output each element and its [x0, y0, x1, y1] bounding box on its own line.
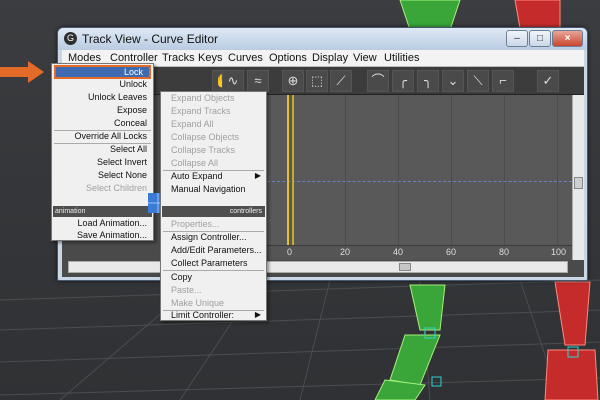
menu-item-manual-navigation[interactable]: Manual Navigation — [171, 184, 246, 194]
menu-display[interactable]: Display — [312, 52, 348, 64]
zoom-icon[interactable]: ⊕ — [282, 70, 304, 92]
menu-options[interactable]: Options — [269, 52, 307, 64]
minimize-button[interactable]: – — [506, 30, 528, 47]
region-select-icon[interactable]: ⬚ — [306, 70, 328, 92]
time-slider-line[interactable] — [292, 95, 294, 260]
scroll-thumb[interactable] — [574, 177, 583, 189]
tangent-icon[interactable]: ⌐ — [492, 70, 514, 92]
right-context-menu: Expand Objects Expand Tracks Expand All … — [160, 91, 267, 321]
curve-icon[interactable]: ∿ — [222, 70, 244, 92]
menu-item-unlock[interactable]: Unlock — [119, 79, 147, 89]
horizontal-scrollbar[interactable] — [68, 261, 568, 273]
submenu-arrow-icon: ▶ — [254, 171, 261, 180]
tangent-icon[interactable]: ⌄ — [442, 70, 464, 92]
menu-item-conceal[interactable]: Conceal — [114, 118, 147, 128]
submenu-arrow-icon: ▶ — [254, 310, 261, 319]
menu-item-expand-all: Expand All — [171, 119, 214, 129]
section-header-controllers: controllers — [162, 206, 265, 217]
menu-item-select-invert[interactable]: Select Invert — [97, 157, 147, 167]
menu-item-expose[interactable]: Expose — [117, 105, 147, 115]
scroll-thumb[interactable] — [399, 263, 411, 271]
menu-item-unlock-leaves[interactable]: Unlock Leaves — [88, 92, 147, 102]
menu-item-paste: Paste... — [171, 285, 202, 295]
ruler-tick: 60 — [446, 247, 457, 257]
menu-item-lock[interactable]: Lock — [54, 65, 151, 79]
restore-button[interactable]: □ — [529, 30, 551, 47]
menu-item-collapse-tracks: Collapse Tracks — [171, 145, 236, 155]
zero-line — [267, 181, 572, 182]
close-button[interactable]: × — [552, 30, 583, 47]
menu-item-make-unique: Make Unique — [171, 298, 225, 308]
ruler-tick: 80 — [499, 247, 510, 257]
curve-icon[interactable]: ≈ — [247, 70, 269, 92]
menu-keys[interactable]: Keys — [198, 52, 222, 64]
ruler-tick: 0 — [287, 247, 293, 257]
menu-item-assign-controller[interactable]: Assign Controller... — [171, 232, 247, 242]
title-bar[interactable]: G Track View - Curve Editor – □ × — [58, 28, 587, 50]
callout-arrow-icon — [0, 61, 44, 83]
menu-item-expand-tracks: Expand Tracks — [171, 106, 231, 116]
menu-item-collapse-objects: Collapse Objects — [171, 132, 240, 142]
app-logo-icon: G — [64, 32, 77, 45]
menu-curves[interactable]: Curves — [228, 52, 263, 64]
menu-item-collapse-all: Collapse All — [171, 158, 219, 168]
menu-item-select-children: Select Children — [85, 183, 147, 193]
tangent-icon[interactable]: ⌒ — [367, 70, 389, 92]
tangent-icon[interactable]: ⟍ — [467, 70, 489, 92]
menu-item-save-animation[interactable]: Save Animation... — [77, 230, 147, 240]
window-title: Track View - Curve Editor — [82, 32, 219, 46]
time-ruler[interactable]: 0 20 40 60 80 100 — [267, 245, 572, 260]
menu-item-copy[interactable]: Copy — [171, 272, 192, 282]
ruler-tick: 40 — [393, 247, 404, 257]
vertical-scrollbar[interactable] — [572, 95, 584, 260]
menu-view[interactable]: View — [353, 52, 377, 64]
snap-icon[interactable]: ⟋ — [330, 70, 352, 92]
menu-item-select-all[interactable]: Select All — [110, 144, 147, 154]
menu-utilities[interactable]: Utilities — [384, 52, 419, 64]
section-header-animation: animation — [53, 206, 152, 217]
menu-item-load-animation[interactable]: Load Animation... — [77, 218, 147, 228]
time-slider-line[interactable] — [287, 95, 289, 260]
menu-item-select-none[interactable]: Select None — [98, 170, 147, 180]
menu-item-expand-objects: Expand Objects — [171, 93, 235, 103]
menu-item-auto-expand[interactable]: Auto Expand — [171, 171, 223, 181]
curve-graph-area[interactable] — [267, 95, 572, 260]
tangent-icon[interactable]: ╭ — [392, 70, 414, 92]
ruler-tick: 100 — [551, 247, 567, 257]
menu-item-collect-parameters[interactable]: Collect Parameters — [171, 258, 248, 268]
menu-item-override-all-locks[interactable]: Override All Locks — [74, 131, 147, 141]
menu-item-limit-controller[interactable]: Limit Controller: — [171, 310, 234, 320]
ruler-tick: 20 — [340, 247, 351, 257]
menu-tracks[interactable]: Tracks — [162, 52, 195, 64]
menu-item-properties: Properties... — [171, 219, 220, 229]
menu-item-add-edit-parameters[interactable]: Add/Edit Parameters... — [171, 245, 262, 255]
tangent-icon[interactable]: ╮ — [417, 70, 439, 92]
tangent-icon[interactable]: ✓ — [537, 70, 559, 92]
left-context-menu: Lock Unlock Unlock Leaves Expose Conceal… — [51, 63, 154, 241]
